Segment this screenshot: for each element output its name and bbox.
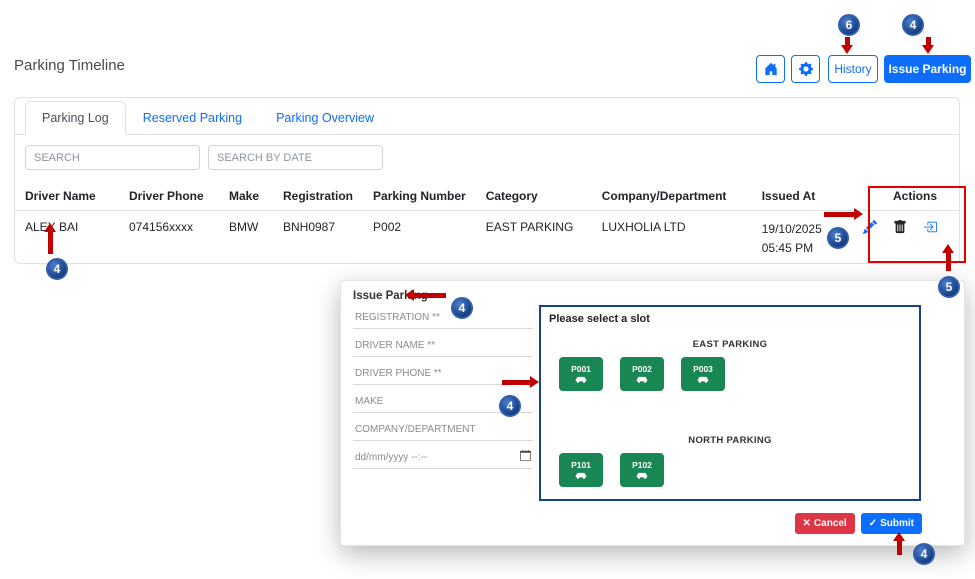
annotation-arrow-actions [824, 212, 854, 217]
north-slot-row: P101 P102 [559, 453, 664, 487]
page-title: Parking Timeline [14, 57, 125, 74]
annotation-badge-row: 4 [46, 258, 68, 280]
cancel-label: Cancel [814, 518, 847, 529]
col-parking-number: Parking Number [363, 182, 476, 211]
home-button[interactable] [756, 55, 785, 83]
cell-category: EAST PARKING [476, 211, 592, 265]
slot-p101[interactable]: P101 [559, 453, 603, 487]
calendar-icon[interactable] [520, 450, 531, 461]
annotation-arrow-submit [897, 541, 902, 555]
settings-button[interactable] [791, 55, 820, 83]
car-icon [697, 375, 709, 384]
gear-icon [799, 62, 813, 76]
x-icon: ✕ [803, 518, 811, 529]
cell-registration: BNH0987 [273, 211, 363, 265]
cell-issued-at: 19/10/2025 05:45 PM [752, 211, 836, 265]
tab-parking-log[interactable]: Parking Log [25, 101, 126, 135]
annotation-badge-modal-title: 4 [451, 297, 473, 319]
col-category: Category [476, 182, 592, 211]
east-slot-row: P001 P002 P003 [559, 357, 725, 391]
check-icon: ✓ [869, 518, 877, 529]
tab-parking-overview[interactable]: Parking Overview [259, 101, 391, 135]
annotation-arrow-issue-parking [926, 37, 931, 45]
modal-footer: ✕ Cancel ✓ Submit [795, 513, 922, 534]
search-row [15, 135, 959, 180]
annotation-arrow-signin [946, 253, 951, 271]
zone-east-label: EAST PARKING [541, 339, 919, 350]
issued-time: 05:45 PM [762, 239, 826, 258]
annotation-badge-submit: 4 [913, 543, 935, 565]
cancel-button[interactable]: ✕ Cancel [795, 513, 855, 534]
cell-make: BMW [219, 211, 273, 265]
datetime-field[interactable] [353, 448, 533, 469]
issue-parking-button[interactable]: Issue Parking [884, 55, 971, 83]
car-icon [636, 375, 648, 384]
annotation-badge-slot: 4 [499, 395, 521, 417]
slot-label: P002 [632, 364, 652, 374]
parking-log-card: Parking Log Reserved Parking Parking Ove… [14, 97, 960, 264]
slot-p102[interactable]: P102 [620, 453, 664, 487]
col-company: Company/Department [592, 182, 752, 211]
table-row: ALEX BAI 074156xxxx BMW BNH0987 P002 EAS… [15, 211, 959, 265]
table-header-row: Driver Name Driver Phone Make Registrati… [15, 182, 959, 211]
col-issued-at: Issued At [752, 182, 836, 211]
parking-table: Driver Name Driver Phone Make Registrati… [15, 182, 959, 264]
annotation-badge-signin: 5 [938, 276, 960, 298]
slot-p003[interactable]: P003 [681, 357, 725, 391]
cell-driver-name: ALEX BAI [15, 211, 119, 265]
col-registration: Registration [273, 182, 363, 211]
slot-p002[interactable]: P002 [620, 357, 664, 391]
slot-selection-panel: Please select a slot EAST PARKING P001 P… [539, 305, 921, 501]
submit-label: Submit [880, 518, 914, 529]
submit-button[interactable]: ✓ Submit [861, 513, 922, 534]
history-button[interactable]: History [828, 55, 878, 83]
cell-company: LUXHOLIA LTD [592, 211, 752, 265]
search-by-date-input[interactable] [208, 145, 383, 170]
car-icon [636, 471, 648, 480]
tab-reserved-parking[interactable]: Reserved Parking [126, 101, 259, 135]
car-icon [575, 471, 587, 480]
issue-parking-modal: Issue Parking Please select a slot EAST … [340, 280, 965, 546]
driver-name-field[interactable] [353, 336, 533, 357]
annotation-arrow-slot [502, 380, 530, 385]
slot-label: P101 [571, 460, 591, 470]
slot-label: P003 [693, 364, 713, 374]
home-icon [764, 62, 778, 76]
annotation-badge-issue-parking: 4 [902, 14, 924, 36]
annotation-arrow-modal-title [414, 293, 446, 298]
annotation-arrow-row [48, 232, 53, 254]
zone-north-label: NORTH PARKING [541, 435, 919, 446]
cell-parking-number: P002 [363, 211, 476, 265]
issued-date: 19/10/2025 [762, 220, 826, 239]
col-driver-phone: Driver Phone [119, 182, 219, 211]
annotation-badge-actions: 5 [827, 227, 849, 249]
cell-driver-phone: 074156xxxx [119, 211, 219, 265]
issue-parking-form [353, 307, 533, 475]
registration-field[interactable] [353, 308, 533, 329]
company-field[interactable] [353, 420, 533, 441]
slot-label: P102 [632, 460, 652, 470]
slot-label: P001 [571, 364, 591, 374]
annotation-arrow-history [845, 37, 850, 45]
car-icon [575, 375, 587, 384]
col-driver-name: Driver Name [15, 182, 119, 211]
tab-bar: Parking Log Reserved Parking Parking Ove… [15, 98, 959, 135]
slot-p001[interactable]: P001 [559, 357, 603, 391]
col-make: Make [219, 182, 273, 211]
search-input[interactable] [25, 145, 200, 170]
annotation-badge-history: 6 [838, 14, 860, 36]
slot-panel-title: Please select a slot [549, 313, 650, 325]
